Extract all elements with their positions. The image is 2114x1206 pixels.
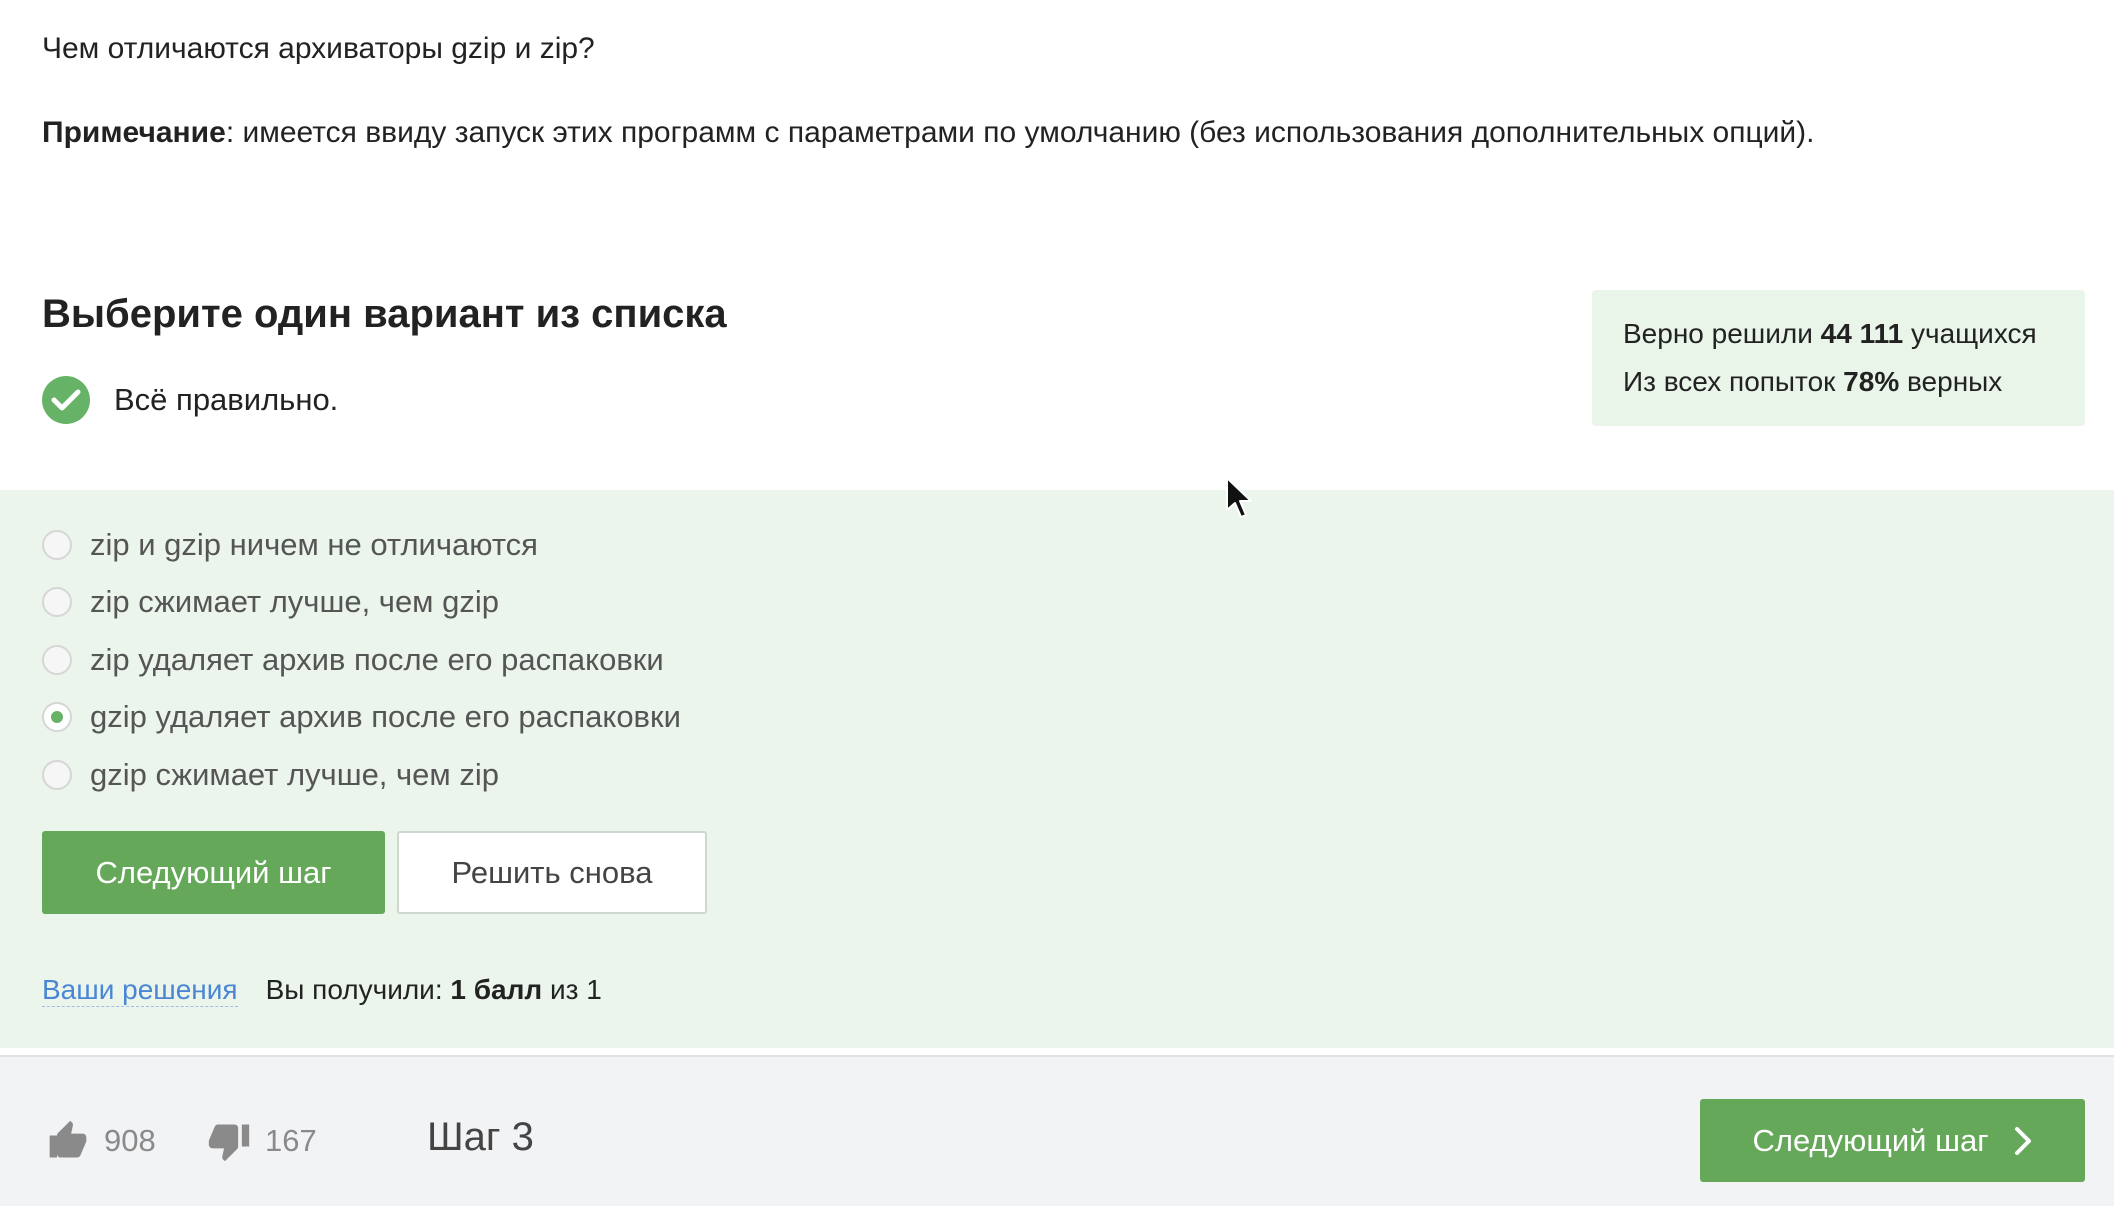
question-text: Чем отличаются архиваторы gzip и zip? Пр… [42,28,2022,154]
option-label[interactable]: zip сжимает лучше, чем gzip [90,584,499,620]
dislike-button[interactable]: 167 [207,1119,317,1163]
stats-attempts-percent: 78% [1843,366,1900,397]
stats-solved-count: 44 111 [1820,318,1904,349]
option-item-selected[interactable]: gzip удаляет архив после его распаковки [42,689,681,747]
option-item[interactable]: zip и gzip ничем не отличаются [42,516,681,574]
mouse-cursor-icon [1226,477,1252,518]
radio-button[interactable] [42,644,72,675]
option-label[interactable]: zip и gzip ничем не отличаются [90,527,538,563]
radio-button[interactable] [42,587,72,618]
next-step-button[interactable]: Следующий шаг [42,831,385,914]
chevron-right-icon [2013,1126,2033,1156]
footer-next-label: Следующий шаг [1752,1122,1989,1158]
step-label: Шаг 3 [427,1115,534,1159]
option-item[interactable]: zip сжимает лучше, чем gzip [42,574,681,632]
check-circle-icon [42,376,90,424]
stats-attempts-prefix: Из всех попыток [1623,366,1844,397]
answer-panel: zip и gzip ничем не отличаются zip сжима… [0,490,2114,1048]
score-prefix: Вы получили: [265,974,451,1005]
task-title: Выберите один вариант из списка [42,292,727,336]
option-item[interactable]: gzip сжимает лучше, чем zip [42,746,681,804]
note-label: Примечание [42,116,226,149]
stats-solved-suffix: учащихся [1903,318,2037,349]
radio-button-checked[interactable] [42,702,72,733]
question-title: Чем отличаются архиваторы gzip и zip? [42,32,595,65]
radio-button[interactable] [42,529,72,560]
score-suffix: из 1 [542,974,602,1005]
thumbs-down-icon [208,1124,250,1162]
footer-bar: 908 167 Шаг 3 Следующий шаг [0,1057,2114,1206]
like-button[interactable]: 908 [46,1119,156,1163]
options-list: zip и gzip ничем не отличаются zip сжима… [42,516,681,804]
stats-solved: Верно решили 44 111 учащихся [1623,310,2085,358]
result-line: Ваши решения Вы получили: 1 балл из 1 [42,974,602,1007]
note-text: : имеется ввиду запуск этих программ с п… [225,116,1815,149]
option-label[interactable]: gzip сжимает лучше, чем zip [90,757,499,793]
option-label[interactable]: gzip удаляет архив после его распаковки [90,699,681,735]
correct-status: Всё правильно. [42,376,338,424]
dislike-count: 167 [265,1123,317,1158]
stats-attempts: Из всех попыток 78% верных [1623,358,2085,406]
your-solutions-link[interactable]: Ваши решения [42,974,238,1007]
option-label[interactable]: zip удаляет архив после его распаковки [90,642,664,678]
thumbs-up-icon [49,1120,87,1158]
like-count: 908 [104,1123,156,1158]
score-text: Вы получили: 1 балл из 1 [266,974,602,1007]
question-note: Примечание: имеется ввиду запуск этих пр… [42,112,2022,154]
stats-solved-prefix: Верно решили [1623,318,1821,349]
score-value: 1 балл [450,974,543,1005]
status-text: Всё правильно. [114,382,339,417]
footer-next-step-button[interactable]: Следующий шаг [1700,1099,2085,1182]
retry-button[interactable]: Решить снова [397,831,707,914]
radio-button[interactable] [42,759,72,790]
option-item[interactable]: zip удаляет архив после его распаковки [42,631,681,689]
stats-attempts-suffix: верных [1899,366,2003,397]
stats-box: Верно решили 44 111 учащихся Из всех поп… [1592,290,2085,426]
